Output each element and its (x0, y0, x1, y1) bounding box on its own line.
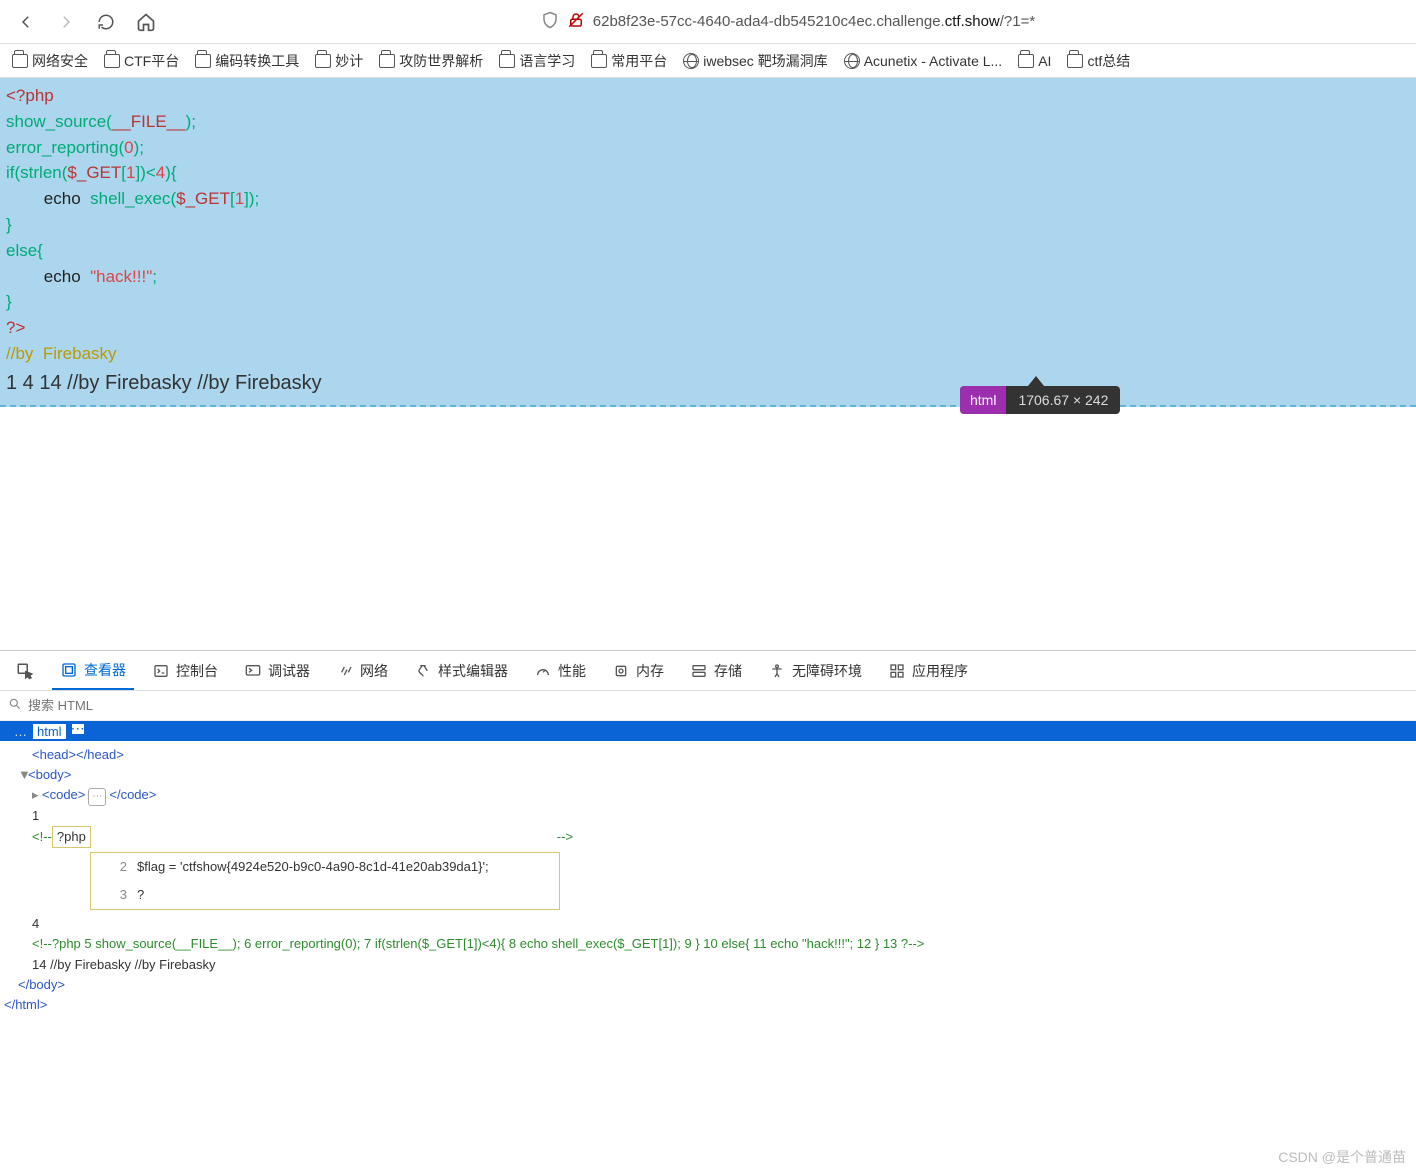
command-output: 1 4 14 //by Firebasky //by Firebasky (6, 368, 1410, 395)
storage-icon (690, 662, 708, 680)
tab-inspector[interactable]: 查看器 (52, 651, 134, 690)
a11y-icon (768, 662, 786, 680)
globe-icon (683, 53, 699, 69)
tab-network[interactable]: 网络 (328, 651, 396, 690)
bookmark-item[interactable]: 编码转换工具 (195, 51, 299, 71)
tab-accessibility[interactable]: 无障碍环境 (760, 651, 870, 690)
url-bar[interactable]: 62b8f23e-57cc-4640-ada4-db545210c4ec.cha… (170, 11, 1406, 33)
element-picker-button[interactable] (8, 651, 42, 690)
folder-icon (12, 54, 28, 68)
scroll-indicator-icon (72, 724, 84, 734)
back-button[interactable] (10, 6, 42, 38)
devtools-panel: 查看器 控制台 调试器 网络 样式编辑器 性能 内存 存储 无障碍环境 应用程序… (0, 650, 1416, 1173)
bookmark-item[interactable]: Acunetix - Activate L... (844, 53, 1003, 69)
tab-storage[interactable]: 存储 (682, 651, 750, 690)
bookmark-item[interactable]: 攻防世界解析 (379, 51, 483, 71)
tooltip-dimensions: 1706.67 × 242 (1006, 386, 1120, 414)
folder-icon (195, 54, 211, 68)
bookmark-item[interactable]: ctf总结 (1067, 51, 1130, 71)
folder-icon (591, 54, 607, 68)
folder-icon (1018, 54, 1034, 68)
folder-icon (499, 54, 515, 68)
flag-tooltip: 2$flag = 'ctfshow{4924e520-b9c0-4a90-8c1… (90, 852, 560, 910)
breadcrumb-row[interactable]: …html (0, 721, 1416, 741)
tab-console[interactable]: 控制台 (144, 651, 226, 690)
tab-debugger[interactable]: 调试器 (236, 651, 318, 690)
search-icon (8, 697, 22, 714)
style-icon (414, 662, 432, 680)
shield-icon (541, 11, 559, 33)
inspector-tooltip: html 1706.67 × 242 (960, 376, 1120, 414)
tab-application[interactable]: 应用程序 (880, 651, 976, 690)
browser-nav-bar: 62b8f23e-57cc-4640-ada4-db545210c4ec.cha… (0, 0, 1416, 44)
php-source: <?php show_source(__FILE__); error_repor… (6, 84, 1410, 368)
folder-icon (1067, 54, 1083, 68)
memory-icon (612, 662, 630, 680)
perf-icon (534, 662, 552, 680)
url-text: 62b8f23e-57cc-4640-ada4-db545210c4ec.cha… (593, 13, 1035, 30)
dom-tree[interactable]: <head></head> ▼<body> ▸<code>⋯</code> 1 … (0, 741, 1416, 1025)
globe-icon (844, 53, 860, 69)
network-icon (336, 662, 354, 680)
watermark: CSDN @是个普通苗 (1278, 1147, 1406, 1167)
tab-style[interactable]: 样式编辑器 (406, 651, 516, 690)
bookmark-item[interactable]: 妙计 (315, 51, 363, 71)
page-content: <?php show_source(__FILE__); error_repor… (0, 78, 1416, 407)
devtools-tabs: 查看器 控制台 调试器 网络 样式编辑器 性能 内存 存储 无障碍环境 应用程序 (0, 651, 1416, 691)
bookmarks-bar: 网络安全 CTF平台 编码转换工具 妙计 攻防世界解析 语言学习 常用平台 iw… (0, 44, 1416, 78)
home-button[interactable] (130, 6, 162, 38)
bookmark-item[interactable]: iwebsec 靶场漏洞库 (683, 51, 827, 71)
insecure-icon (567, 11, 585, 33)
folder-icon (379, 54, 395, 68)
bookmark-item[interactable]: 常用平台 (591, 51, 667, 71)
bookmark-item[interactable]: CTF平台 (104, 51, 179, 71)
tab-performance[interactable]: 性能 (526, 651, 594, 690)
app-icon (888, 662, 906, 680)
folder-icon (315, 54, 331, 68)
bookmark-item[interactable]: 语言学习 (499, 51, 575, 71)
console-icon (152, 662, 170, 680)
bookmark-item[interactable]: 网络安全 (12, 51, 88, 71)
folder-icon (104, 54, 120, 68)
inspector-icon (60, 661, 78, 679)
devtools-search (0, 691, 1416, 721)
tab-memory[interactable]: 内存 (604, 651, 672, 690)
reload-button[interactable] (90, 6, 122, 38)
tooltip-tag: html (960, 386, 1006, 414)
forward-button[interactable] (50, 6, 82, 38)
bookmark-item[interactable]: AI (1018, 53, 1051, 69)
debugger-icon (244, 662, 262, 680)
search-input[interactable] (28, 698, 328, 713)
